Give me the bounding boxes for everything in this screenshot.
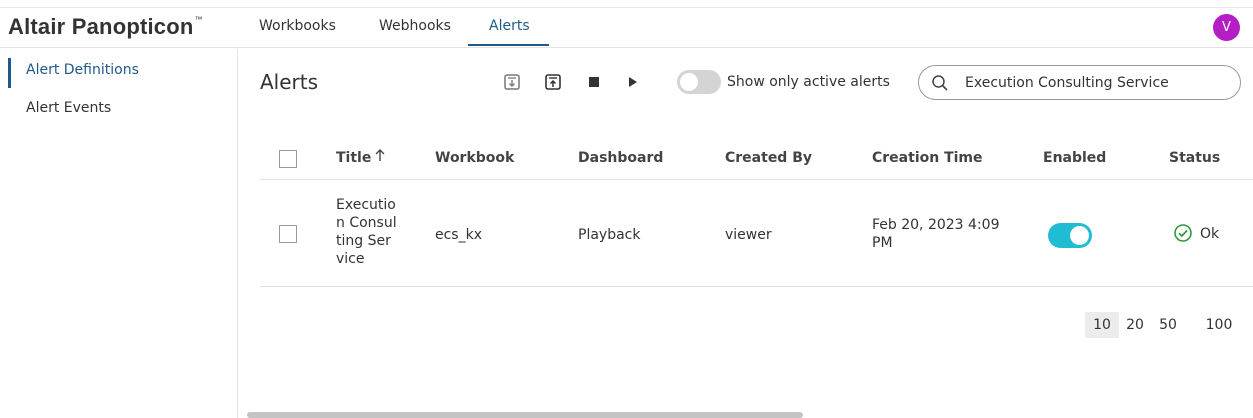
active-tab-indicator bbox=[468, 44, 549, 46]
check-circle-icon bbox=[1173, 223, 1193, 247]
column-header-created-by[interactable]: Created By bbox=[725, 150, 812, 166]
column-header-dashboard[interactable]: Dashboard bbox=[578, 150, 663, 166]
search-box bbox=[918, 65, 1241, 100]
arrow-up-icon[interactable] bbox=[374, 148, 386, 166]
brand-logo: Altair Panopticon™ bbox=[8, 14, 203, 40]
play-icon[interactable] bbox=[624, 73, 642, 91]
status-badge: Ok bbox=[1200, 226, 1220, 242]
top-bar: Altair Panopticon™ Workbooks Webhooks Al… bbox=[0, 0, 1253, 48]
top-divider bbox=[0, 0, 1253, 8]
export-icon[interactable] bbox=[544, 73, 562, 91]
row-checkbox[interactable] bbox=[279, 225, 297, 243]
horizontal-scrollbar[interactable] bbox=[247, 412, 803, 418]
header-divider bbox=[260, 179, 1253, 180]
brand-trademark: ™ bbox=[194, 14, 203, 24]
sidebar-active-indicator bbox=[8, 58, 11, 88]
sidebar-item-alert-definitions[interactable]: Alert Definitions bbox=[26, 62, 139, 78]
enabled-toggle[interactable] bbox=[1048, 223, 1092, 248]
select-all-checkbox[interactable] bbox=[279, 150, 297, 168]
column-header-title[interactable]: Title bbox=[336, 150, 371, 166]
cell-title[interactable]: Execution Consulting Service bbox=[336, 196, 398, 268]
toggle-knob bbox=[1070, 226, 1089, 245]
cell-dashboard: Playback bbox=[578, 227, 641, 243]
cell-creation-time: Feb 20, 2023 4:09 PM bbox=[872, 217, 1000, 251]
import-icon[interactable] bbox=[503, 73, 521, 91]
tab-alerts[interactable]: Alerts bbox=[489, 18, 530, 34]
brand-name: Altair Panopticon bbox=[8, 14, 194, 39]
stop-icon[interactable] bbox=[585, 73, 603, 91]
user-avatar[interactable]: V bbox=[1213, 14, 1240, 41]
search-input[interactable] bbox=[965, 73, 1230, 93]
page-size-50[interactable]: 50 bbox=[1158, 312, 1178, 338]
cell-workbook: ecs_kx bbox=[435, 227, 482, 243]
page-size-20[interactable]: 20 bbox=[1125, 312, 1145, 338]
tab-workbooks[interactable]: Workbooks bbox=[259, 18, 336, 34]
search-icon bbox=[931, 74, 949, 96]
column-header-workbook[interactable]: Workbook bbox=[435, 150, 514, 166]
show-active-label: Show only active alerts bbox=[727, 74, 890, 90]
show-active-toggle[interactable] bbox=[677, 70, 721, 94]
column-header-enabled[interactable]: Enabled bbox=[1043, 150, 1106, 166]
cell-created-by: viewer bbox=[725, 227, 772, 243]
page-size-100[interactable]: 100 bbox=[1204, 312, 1234, 338]
tab-webhooks[interactable]: Webhooks bbox=[379, 18, 451, 34]
sidebar-item-alert-events[interactable]: Alert Events bbox=[26, 100, 111, 116]
toggle-knob bbox=[680, 73, 698, 91]
row-divider bbox=[260, 286, 1253, 287]
column-header-status[interactable]: Status bbox=[1169, 150, 1220, 166]
page-size-10[interactable]: 10 bbox=[1085, 312, 1119, 338]
column-header-creation-time[interactable]: Creation Time bbox=[872, 150, 983, 166]
page-title: Alerts bbox=[260, 70, 319, 94]
